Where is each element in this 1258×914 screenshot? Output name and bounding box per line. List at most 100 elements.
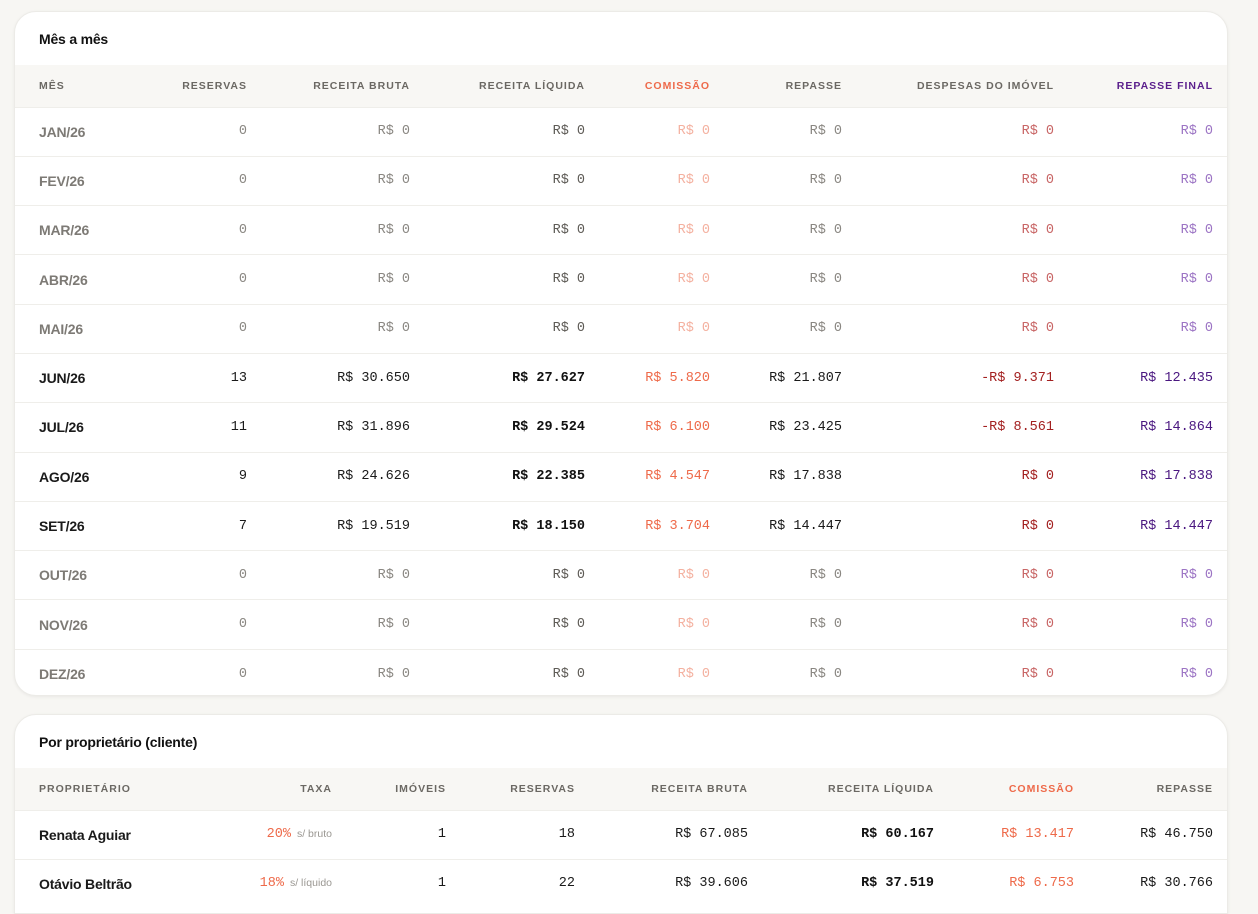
net-cell: R$ 0	[552, 173, 585, 189]
gross-cell: R$ 0	[377, 617, 410, 633]
expenses-cell: R$ 0	[1021, 173, 1054, 189]
expenses-cell: R$ 0	[1021, 469, 1054, 485]
payout-cell: R$ 23.425	[769, 419, 842, 435]
net-cell: R$ 0	[552, 272, 585, 288]
col-net-header: RECEITA LÍQUIDA	[828, 782, 934, 795]
commission-cell: R$ 6.753	[1009, 876, 1074, 892]
final-cell: R$ 0	[1180, 222, 1213, 238]
commission-cell: R$ 0	[677, 617, 710, 633]
properties-cell: 1	[437, 827, 446, 842]
commission-cell: R$ 0	[677, 666, 710, 682]
final-cell: R$ 14.864	[1140, 419, 1213, 435]
col-owner-header: PROPRIETÁRIO	[39, 782, 131, 795]
col-gross-header: RECEITA BRUTA	[313, 79, 410, 92]
bookings-cell: 7	[238, 518, 247, 534]
month-cell: ABR/26	[39, 271, 88, 288]
commission-cell: R$ 0	[677, 272, 710, 288]
bookings-cell: 0	[238, 666, 247, 682]
month-cell: NOV/26	[39, 616, 88, 633]
final-cell: R$ 0	[1180, 173, 1213, 189]
table-row: DEZ/26 0 R$ 0 R$ 0 R$ 0 R$ 0 R$ 0 R$ 0	[15, 649, 1227, 695]
table-row: OUT/26 0 R$ 0 R$ 0 R$ 0 R$ 0 R$ 0 R$ 0	[15, 550, 1227, 600]
col-bookings-header: RESERVAS	[510, 782, 575, 795]
gross-cell: R$ 0	[377, 666, 410, 682]
final-cell: R$ 17.838	[1140, 469, 1213, 485]
payout-cell: R$ 0	[809, 567, 842, 583]
expenses-cell: R$ 0	[1021, 222, 1054, 238]
month-cell: MAR/26	[39, 222, 90, 239]
gross-cell: R$ 39.606	[675, 876, 748, 892]
bookings-cell: 13	[230, 370, 247, 386]
owner-header-row: PROPRIETÁRIO TAXA IMÓVEIS RESERVAS RECEI…	[15, 768, 1227, 810]
col-month-header: MÊS	[39, 79, 65, 92]
month-cell: JAN/26	[39, 123, 86, 140]
payout-cell: R$ 46.750	[1140, 827, 1213, 842]
table-row: Otávio Beltrão 18% s/ líquido 1 22 R$ 39.606 R…	[15, 859, 1227, 908]
net-cell: R$ 22.385	[512, 469, 585, 485]
gross-cell: R$ 67.085	[675, 827, 748, 842]
final-cell: R$ 0	[1180, 124, 1213, 140]
expenses-cell: R$ 0	[1021, 321, 1054, 337]
col-commission-header: COMISSÃO	[644, 79, 710, 92]
net-cell: R$ 29.524	[512, 419, 585, 435]
month-cell: FEV/26	[39, 172, 85, 189]
gross-cell: R$ 31.896	[337, 419, 410, 435]
month-cell: JUN/26	[39, 370, 86, 387]
monthly-title: Mês a mês	[39, 31, 109, 47]
net-cell: R$ 0	[552, 222, 585, 238]
rate-cell: 18% s/ líquido	[215, 859, 348, 908]
commission-cell: R$ 3.704	[645, 518, 710, 534]
payout-cell: R$ 21.807	[769, 370, 842, 386]
table-row: JUL/26 11 R$ 31.896 R$ 29.524 R$ 6.100 R$ 23.…	[15, 402, 1227, 452]
col-payout-header: REPASSE	[1156, 782, 1213, 795]
payout-cell: R$ 0	[809, 321, 842, 337]
net-cell: R$ 0	[552, 124, 585, 140]
expenses-cell: R$ 0	[1021, 518, 1054, 534]
col-payout-header: REPASSE	[785, 79, 842, 92]
payout-cell: R$ 0	[809, 222, 842, 238]
gross-cell: R$ 0	[377, 124, 410, 140]
final-cell: R$ 0	[1180, 567, 1213, 583]
commission-cell: R$ 6.100	[645, 419, 710, 435]
month-cell: DEZ/26	[39, 666, 86, 683]
owner-name-cell: Otávio Beltrão	[39, 875, 132, 892]
net-cell: R$ 0	[552, 666, 585, 682]
table-row: Renata Aguiar 20% s/ bruto 1 18 R$ 67.085 R$ 6…	[15, 810, 1227, 859]
table-row: FEV/26 0 R$ 0 R$ 0 R$ 0 R$ 0 R$ 0 R$ 0	[15, 156, 1227, 205]
bookings-cell: 9	[238, 469, 247, 485]
col-expenses-header: DESPESAS DO IMÓVEL	[916, 79, 1054, 92]
net-cell: R$ 27.627	[512, 370, 585, 386]
month-cell: MAI/26	[39, 320, 83, 337]
expenses-cell: -R$ 9.371	[981, 370, 1054, 386]
payout-cell: R$ 0	[809, 124, 842, 140]
final-cell: R$ 0	[1180, 321, 1213, 337]
bookings-cell: 0	[238, 272, 247, 288]
owner-title: Por proprietário (cliente)	[39, 734, 198, 750]
monthly-header-row: MÊS RESERVAS RECEITA BRUTA RECEITA LÍQUI…	[15, 65, 1227, 107]
final-cell: R$ 0	[1180, 666, 1213, 682]
bookings-cell: 0	[238, 124, 247, 140]
rate-cell: 20% s/ bruto	[215, 810, 348, 859]
col-net-header: RECEITA LÍQUIDA	[479, 79, 585, 92]
owner-name-cell: Renata Aguiar	[39, 826, 131, 843]
payout-cell: R$ 14.447	[769, 518, 842, 534]
rate-percent: 18%	[259, 876, 284, 892]
net-cell: R$ 0	[552, 617, 585, 633]
gross-cell: R$ 19.519	[337, 518, 410, 534]
expenses-cell: R$ 0	[1021, 617, 1054, 633]
payout-cell: R$ 17.838	[769, 469, 842, 485]
commission-cell: R$ 13.417	[1001, 827, 1074, 842]
expenses-cell: -R$ 8.561	[981, 419, 1054, 435]
net-cell: R$ 60.167	[861, 827, 934, 842]
table-row: ABR/26 0 R$ 0 R$ 0 R$ 0 R$ 0 R$ 0 R$ 0	[15, 254, 1227, 304]
net-cell: R$ 0	[552, 321, 585, 337]
expenses-cell: R$ 0	[1021, 666, 1054, 682]
gross-cell: R$ 30.650	[337, 370, 410, 386]
monthly-card: Mês a mês MÊS RESERVAS RECEITA BRUTA REC…	[14, 11, 1228, 696]
col-final-header: REPASSE FINAL	[1116, 79, 1213, 92]
commission-cell: R$ 5.820	[645, 370, 710, 386]
col-properties-header: IMÓVEIS	[395, 782, 446, 795]
commission-cell: R$ 4.547	[645, 469, 710, 485]
table-row: MAI/26 0 R$ 0 R$ 0 R$ 0 R$ 0 R$ 0 R$ 0	[15, 304, 1227, 353]
rate-base: s/ bruto	[296, 828, 332, 840]
